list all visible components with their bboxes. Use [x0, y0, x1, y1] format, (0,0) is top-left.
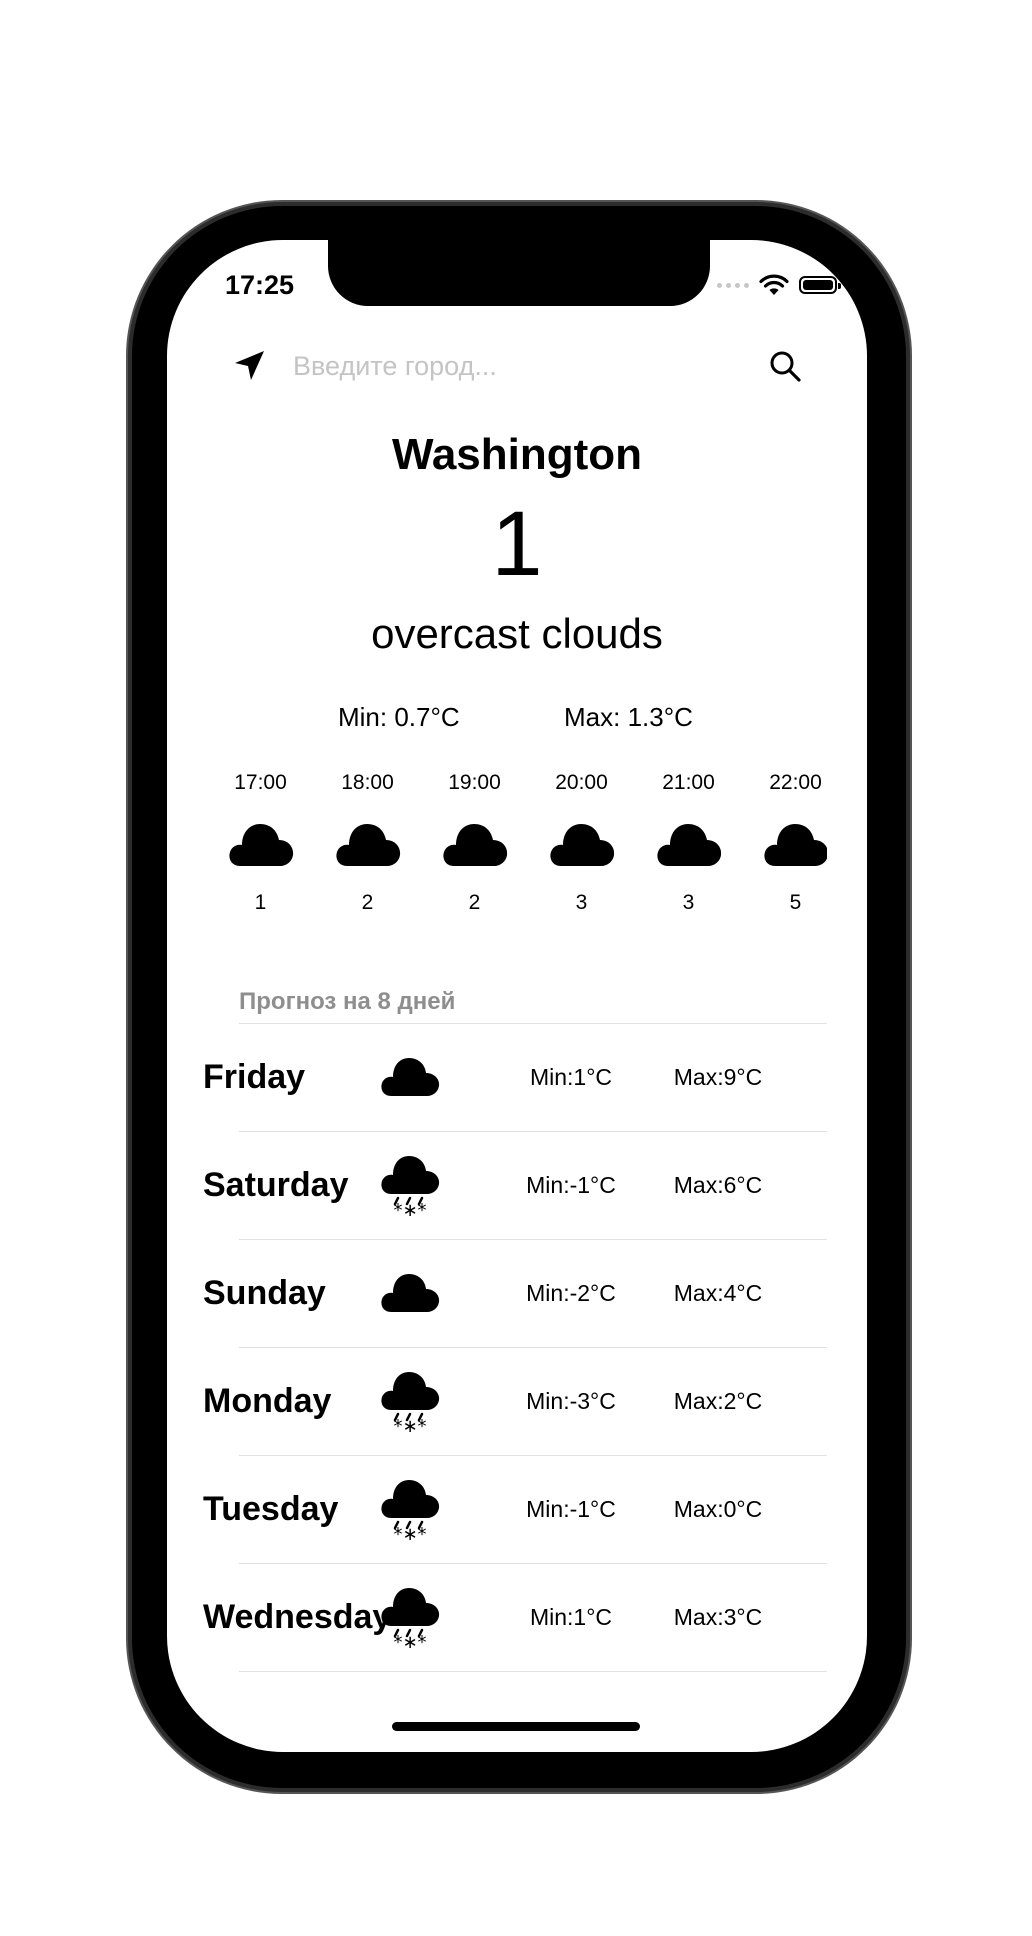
forecast-row[interactable]: Friday Min:1°C Max:9°C	[167, 1024, 867, 1131]
status-icons	[717, 270, 841, 300]
hourly-temp: 2	[361, 891, 374, 914]
day-min: Min:-1°C	[526, 1172, 616, 1198]
cloud-icon	[381, 1058, 440, 1096]
cloud-icon	[335, 824, 400, 866]
forecast-row[interactable]: Saturday *∗* Min:-1°C Max:6°C	[167, 1132, 867, 1239]
day-name: Wednesday	[203, 1598, 392, 1636]
forecast-row[interactable]: Sunday Min:-2°C Max:4°C	[167, 1240, 867, 1347]
hourly-temp: 1	[254, 891, 267, 914]
city-search-input[interactable]	[293, 344, 733, 388]
signal-icon	[717, 282, 749, 288]
hourly-temp: 5	[789, 891, 802, 914]
cloud-icon	[763, 824, 827, 866]
notch	[328, 240, 710, 306]
hourly-time: 19:00	[448, 771, 501, 794]
current-temperature: 1	[491, 493, 543, 595]
cloud-icon	[656, 824, 721, 866]
svg-text:*∗*: *∗*	[393, 1524, 426, 1542]
hourly-item: 21:00 3	[635, 768, 742, 915]
cloud-icon	[549, 824, 614, 866]
status-time: 17:25	[225, 270, 295, 300]
hourly-item: 19:00 2	[421, 768, 528, 915]
cloud-snow-icon: *∗*	[381, 1156, 440, 1218]
day-max: Max:9°C	[673, 1064, 763, 1090]
day-name: Tuesday	[203, 1490, 339, 1528]
day-min: Min:-1°C	[526, 1496, 616, 1522]
day-max: Max:2°C	[673, 1388, 763, 1414]
hourly-item: 17:00 1	[207, 768, 314, 915]
hourly-temp: 3	[682, 891, 695, 914]
cloud-icon	[381, 1274, 440, 1312]
hourly-item: 22:00 5	[742, 768, 827, 915]
day-min: Min:-2°C	[526, 1280, 616, 1306]
forecast-row[interactable]: Wednesday *∗* Min:1°C Max:3°C	[167, 1564, 867, 1671]
hourly-temp: 2	[468, 891, 481, 914]
day-max: Max:3°C	[673, 1604, 763, 1630]
cloud-icon	[442, 824, 507, 866]
svg-text:*∗*: *∗*	[393, 1416, 426, 1434]
day-name: Monday	[203, 1382, 332, 1420]
search-bar	[207, 340, 827, 392]
current-max: Max: 1.3°C	[564, 702, 693, 732]
cloud-snow-icon: *∗*	[381, 1480, 440, 1542]
current-min: Min: 0.7°C	[338, 702, 460, 732]
day-max: Max:4°C	[673, 1280, 763, 1306]
cloud-icon	[228, 824, 293, 866]
day-min: Min:1°C	[529, 1604, 613, 1630]
day-min: Min:-3°C	[526, 1388, 616, 1414]
home-indicator[interactable]	[392, 1722, 640, 1731]
screen: 17:25 Washington 1 overcast clouds Min: …	[167, 240, 867, 1752]
day-min: Min:1°C	[529, 1064, 613, 1090]
day-max: Max:0°C	[673, 1496, 763, 1522]
wifi-icon	[759, 274, 789, 295]
hourly-time: 20:00	[555, 771, 608, 794]
hourly-time: 22:00	[769, 771, 822, 794]
hourly-time: 21:00	[662, 771, 715, 794]
svg-text:*∗*: *∗*	[393, 1632, 426, 1650]
hourly-item: 18:00 2	[314, 768, 421, 915]
hourly-temp: 3	[575, 891, 588, 914]
forecast-row[interactable]: Tuesday *∗* Min:-1°C Max:0°C	[167, 1456, 867, 1563]
day-name: Saturday	[203, 1166, 349, 1204]
forecast-title: Прогноз на 8 дней	[239, 988, 456, 1015]
location-arrow-icon[interactable]	[231, 348, 267, 384]
cloud-snow-icon: *∗*	[381, 1588, 440, 1650]
hourly-time: 18:00	[341, 771, 394, 794]
day-name: Friday	[203, 1058, 306, 1096]
day-name: Sunday	[203, 1274, 326, 1312]
hourly-time: 17:00	[234, 771, 287, 794]
hourly-item: 20:00 3	[528, 768, 635, 915]
battery-icon	[799, 276, 841, 294]
day-max: Max:6°C	[673, 1172, 763, 1198]
forecast-row[interactable]: Monday *∗* Min:-3°C Max:2°C	[167, 1348, 867, 1455]
city-name: Washington	[391, 430, 643, 479]
search-icon[interactable]	[767, 348, 803, 384]
weather-description: overcast clouds	[371, 610, 663, 657]
svg-text:*∗*: *∗*	[393, 1200, 426, 1218]
hourly-forecast[interactable]: 17:00 1 18:00 2 19:00 2 20:00 3 21:00 3 …	[207, 768, 827, 938]
divider	[239, 1671, 827, 1672]
cloud-snow-icon: *∗*	[381, 1372, 440, 1434]
